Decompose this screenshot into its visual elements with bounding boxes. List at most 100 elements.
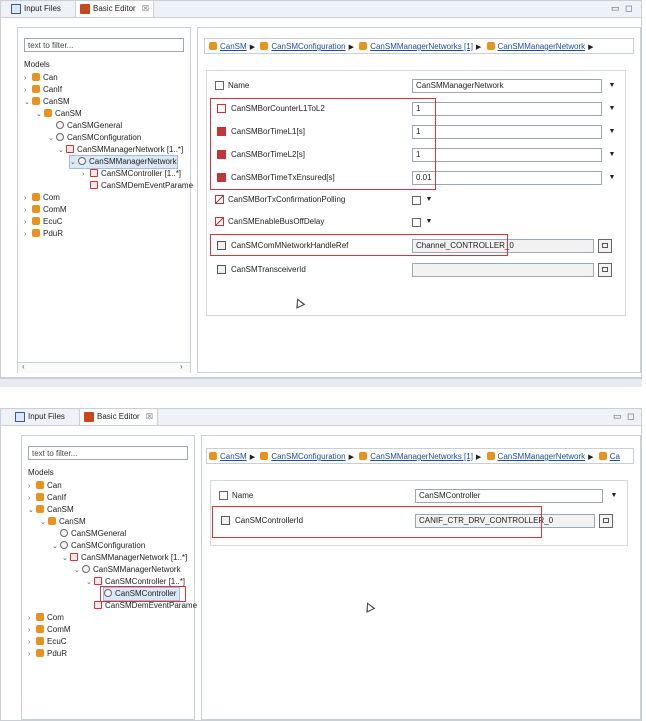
chevron-down-icon[interactable]: ⌄ [52,541,60,553]
name-field[interactable]: CanSMController [415,489,603,503]
minimize-icon[interactable]: ▭ [611,3,620,14]
tree-node-cansmconfiguration[interactable]: ⌄ CanSMConfiguration [48,132,141,144]
breadcrumb-item[interactable]: CanSM [209,449,247,463]
filter-input[interactable]: text to filter... [24,38,184,52]
editor-pane: CanSM ▶ CanSMConfiguration ▶ CanSMManagerN… [197,27,641,373]
breadcrumb-item[interactable]: CanSMManagerNetworks [1] [359,39,473,53]
module-icon [260,452,269,460]
tree-node-comm[interactable]: › ComM [24,204,67,216]
tree-node-cansmgeneral[interactable]: CanSMGeneral [56,120,122,132]
horizontal-scrollbar[interactable]: ‹ › [18,362,190,373]
input-files-icon [11,4,21,14]
tree-node-label: ComM [43,205,67,214]
chevron-down-icon[interactable]: ▼ [607,150,617,160]
breadcrumb-item[interactable]: CanSMManagerNetworks [1] [359,449,473,463]
tree-node-label: EcuC [47,637,67,646]
tree-node-cansmconfiguration[interactable]: ⌄ CanSMConfiguration [52,540,145,552]
chevron-down-icon[interactable]: ⌄ [70,157,78,169]
tree-node-canif[interactable]: › CanIf [24,84,62,96]
chevron-down-icon[interactable]: ⌄ [28,505,36,517]
chevron-down-icon[interactable]: ▼ [424,217,434,227]
tab-basic-editor[interactable]: Basic Editor ☒ [79,409,159,425]
tree-node-canif[interactable]: › CanIf [28,492,66,504]
tree-node-can[interactable]: › Can [24,72,58,84]
tree-node-comm[interactable]: › ComM [28,624,71,636]
tree-node-ecuc[interactable]: › EcuC [28,636,67,648]
chevron-down-icon[interactable]: ⌄ [36,109,44,121]
tree-node-managernetwork-list[interactable]: ⌄ CanSMManagerNetwork [1..*] [62,552,187,564]
tree-node-managernetwork[interactable]: ⌄ CanSMManagerNetwork [69,155,178,169]
maximize-icon[interactable]: ◻ [625,3,632,14]
breadcrumb-item[interactable]: CanSMConfiguration [260,39,346,53]
chevron-down-icon[interactable]: ▼ [424,195,434,205]
tree-node-pdur[interactable]: › PduR [28,648,67,660]
basic-editor-icon [80,4,90,14]
chevron-right-icon: ▶ [249,454,256,461]
module-icon [36,625,44,633]
chevron-right-icon: ▶ [348,454,354,461]
chevron-down-icon[interactable]: ⌄ [40,517,48,529]
scroll-left-icon[interactable]: ‹ [22,362,25,371]
chevron-down-icon[interactable]: ▼ [607,173,617,183]
bor-counter-field[interactable]: 1 [412,102,602,116]
close-icon[interactable]: ☒ [146,409,153,425]
chevron-right-icon[interactable]: › [28,649,36,661]
bor-time-tx-field[interactable]: 0.01 [412,171,602,185]
chevron-down-icon[interactable]: ⌄ [74,565,82,577]
module-icon [36,637,44,645]
chevron-down-icon[interactable]: ⌄ [48,133,56,145]
breadcrumb-item[interactable]: CanSMManagerNetwork [486,449,585,463]
minimize-icon[interactable]: ▭ [613,411,622,422]
tree-node-cansm[interactable]: ⌄ CanSM [24,96,70,108]
breadcrumb-item[interactable]: CanSM [209,39,247,53]
tree-node-cansmgeneral[interactable]: CanSMGeneral [60,528,126,540]
maximize-icon[interactable]: ◻ [627,411,634,422]
breadcrumb-item[interactable]: CanSMManagerNetwork [486,39,585,53]
tab-basic-editor[interactable]: Basic Editor ☒ [75,1,155,17]
scroll-right-icon[interactable]: › [180,362,183,371]
tree-node-can[interactable]: › Can [28,480,62,492]
tree-node-pdur[interactable]: › PduR [24,228,63,240]
select-reference-button[interactable] [598,263,612,277]
tx-confirmation-polling-checkbox[interactable] [412,196,421,205]
chevron-down-icon[interactable]: ⌄ [24,97,32,109]
select-reference-button[interactable] [599,514,613,528]
tab-input-files[interactable]: Input Files [7,1,65,17]
tree-node-com[interactable]: › Com [24,192,60,204]
filter-input[interactable]: text to filter... [28,446,188,460]
breadcrumb: CanSM ▶ CanSMConfiguration ▶ CanSMManagerN… [204,38,634,54]
close-icon[interactable]: ☒ [142,1,149,17]
chevron-down-icon[interactable]: ⌄ [58,145,66,157]
name-field[interactable]: CanSMManagerNetwork [412,79,602,93]
chevron-down-icon[interactable]: ▼ [609,491,619,501]
chevron-down-icon[interactable]: ⌄ [86,577,94,589]
tree-node-controller-list[interactable]: › CanSMController [1..*] [82,168,181,180]
breadcrumb: CanSM ▶ CanSMConfiguration ▶ CanSMManagerN… [206,448,634,464]
module-icon [32,193,40,201]
bor-time-l1-field[interactable]: 1 [412,125,602,139]
breadcrumb-item[interactable]: Ca [598,449,620,463]
chevron-down-icon[interactable]: ▼ [607,104,617,114]
tree-node-ecuc[interactable]: › EcuC [24,216,63,228]
tree-node-cansm-config[interactable]: ⌄ CanSM [36,108,82,120]
module-icon [32,73,40,81]
tree-node-managernetwork-list[interactable]: ⌄ CanSMManagerNetwork [1..*] [58,144,183,156]
module-icon [209,42,217,50]
tab-input-files[interactable]: Input Files [11,409,69,425]
chevron-down-icon[interactable]: ⌄ [62,553,70,565]
row-enable-bus-off-delay: CanSMEnableBusOffDelay ▼ [207,215,627,229]
select-reference-button[interactable] [598,239,612,253]
tree-node-com[interactable]: › Com [28,612,64,624]
enable-bus-off-delay-checkbox[interactable] [412,218,421,227]
breadcrumb-item[interactable]: CanSMConfiguration [260,449,346,463]
chevron-right-icon[interactable]: › [24,229,32,241]
chevron-down-icon[interactable]: ▼ [607,127,617,137]
tree-node-managernetwork[interactable]: ⌄ CanSMManagerNetwork [74,564,181,576]
tree-node-demeventparame[interactable]: CanSMDemEventParame [90,180,193,192]
tree-node-cansm-config[interactable]: ⌄ CanSM [40,516,86,528]
chevron-right-icon[interactable]: › [82,169,90,181]
chevron-down-icon[interactable]: ▼ [607,81,617,91]
transceiver-id-field[interactable] [412,263,594,277]
tree-node-cansm[interactable]: ⌄ CanSM [28,504,74,516]
bor-time-l2-field[interactable]: 1 [412,148,602,162]
